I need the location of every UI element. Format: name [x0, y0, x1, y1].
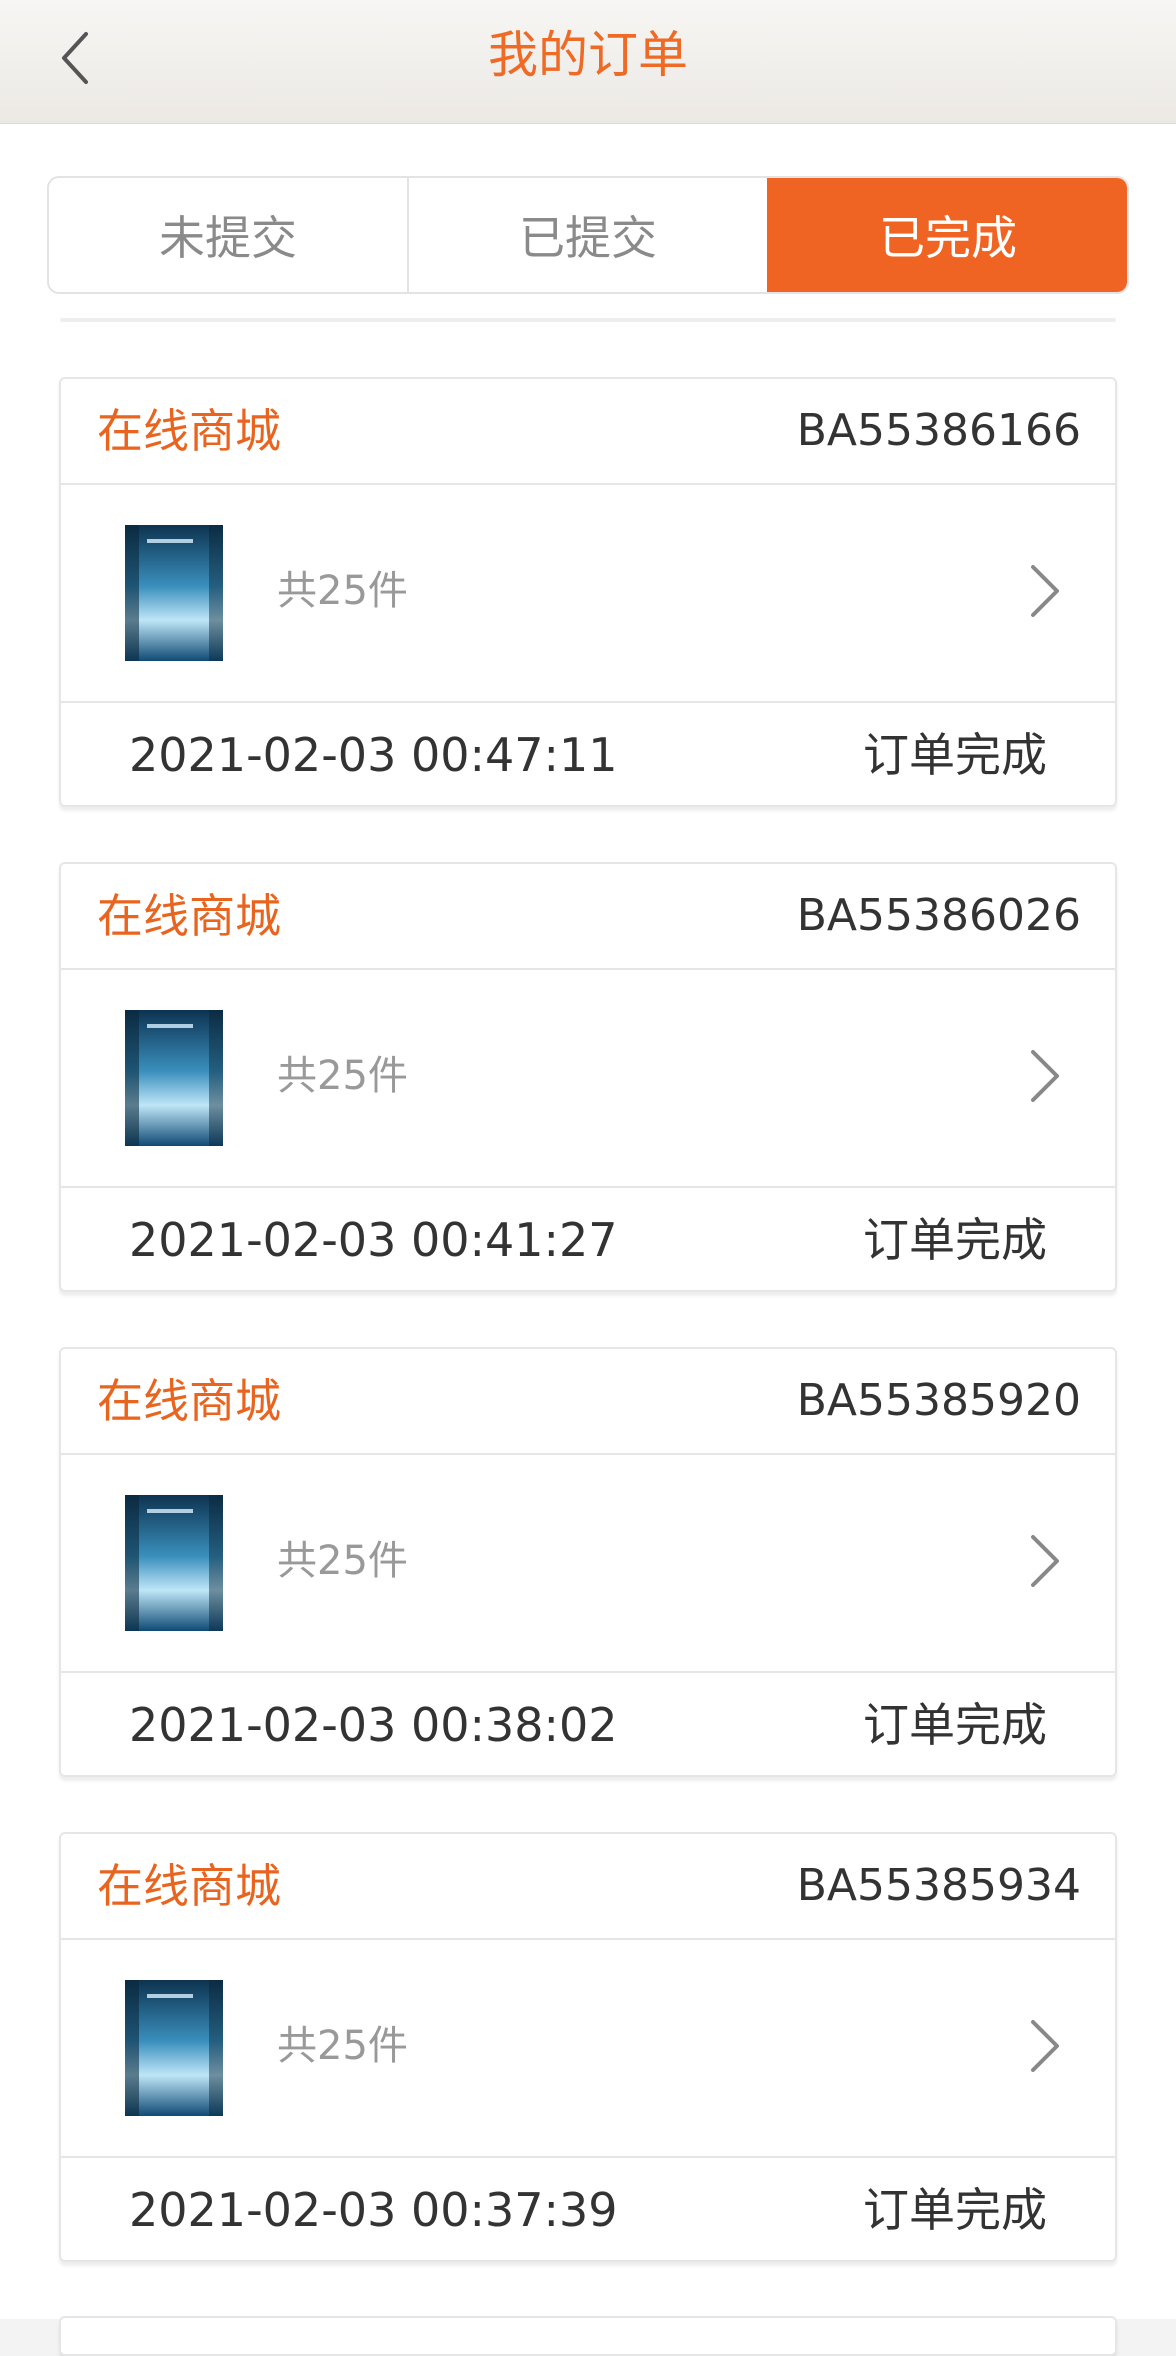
- order-card-footer: 2021-02-03 00:47:11 订单完成: [61, 703, 1115, 807]
- product-thumbnail: [125, 1010, 223, 1146]
- item-count: 共25件: [277, 1538, 408, 1584]
- product-thumbnail: [125, 1495, 223, 1631]
- order-time: 2021-02-03 00:41:27: [129, 1213, 618, 1267]
- order-list-page: 未提交 已提交 已完成 在线商城 BA55386166 共25件 2021-02…: [0, 124, 1176, 2356]
- product-thumbnail: [125, 525, 223, 661]
- tab-submitted[interactable]: 已提交: [407, 178, 767, 292]
- order-number: BA55385934: [796, 1860, 1081, 1911]
- order-card[interactable]: 在线商城 BA55385920 共25件 2021-02-03 00:38:02…: [59, 1347, 1117, 1777]
- item-count: 共25件: [277, 1053, 408, 1099]
- order-card[interactable]: 在线商城 BA55386166 共25件 2021-02-03 00:47:11…: [59, 377, 1117, 807]
- shop-name: 在线商城: [97, 1859, 281, 1913]
- order-status: 订单完成: [863, 728, 1047, 782]
- order-number: BA55386026: [796, 890, 1081, 941]
- order-card[interactable]: 在线商城 BA55386026 共25件 2021-02-03 00:41:27…: [59, 862, 1117, 1292]
- order-number: BA55385920: [796, 1375, 1081, 1426]
- top-bar: 我的订单: [0, 0, 1176, 124]
- tab-completed[interactable]: 已完成: [767, 178, 1127, 292]
- list-top-divider: [60, 318, 1116, 322]
- order-card-body[interactable]: 共25件: [61, 485, 1115, 703]
- chevron-right-icon: [1031, 1535, 1059, 1587]
- shop-name: 在线商城: [97, 404, 281, 458]
- item-count: 共25件: [277, 2023, 408, 2069]
- product-thumbnail: [125, 1980, 223, 2116]
- order-card-body[interactable]: 共25件: [61, 1455, 1115, 1673]
- order-card[interactable]: 在线商城 BA55385934 共25件 2021-02-03 00:37:39…: [59, 1832, 1117, 2262]
- order-number: BA55386166: [796, 405, 1081, 456]
- order-status: 订单完成: [863, 2183, 1047, 2237]
- order-time: 2021-02-03 00:37:39: [129, 2183, 618, 2237]
- order-card-footer: 2021-02-03 00:37:39 订单完成: [61, 2158, 1115, 2262]
- shop-name: 在线商城: [97, 1374, 281, 1428]
- order-status: 订单完成: [863, 1698, 1047, 1752]
- order-card-body[interactable]: 共25件: [61, 970, 1115, 1188]
- order-card-body[interactable]: 共25件: [61, 1940, 1115, 2158]
- page-title: 我的订单: [488, 26, 688, 84]
- chevron-right-icon: [1031, 2020, 1059, 2072]
- chevron-right-icon: [1031, 1050, 1059, 1102]
- item-count: 共25件: [277, 568, 408, 614]
- order-time: 2021-02-03 00:47:11: [129, 728, 618, 782]
- order-card-partial[interactable]: [59, 2316, 1117, 2356]
- order-card-header: 在线商城 BA55385934: [61, 1834, 1115, 1940]
- order-card-footer: 2021-02-03 00:41:27 订单完成: [61, 1188, 1115, 1292]
- order-time: 2021-02-03 00:38:02: [129, 1698, 618, 1752]
- order-status-tabs: 未提交 已提交 已完成: [47, 176, 1129, 294]
- order-status: 订单完成: [863, 1213, 1047, 1267]
- chevron-right-icon: [1031, 565, 1059, 617]
- order-card-header: 在线商城 BA55386026: [61, 864, 1115, 970]
- shop-name: 在线商城: [97, 889, 281, 943]
- order-card-header: 在线商城 BA55385920: [61, 1349, 1115, 1455]
- tab-not-submitted[interactable]: 未提交: [49, 178, 407, 292]
- order-card-footer: 2021-02-03 00:38:02 订单完成: [61, 1673, 1115, 1777]
- order-card-header: 在线商城 BA55386166: [61, 379, 1115, 485]
